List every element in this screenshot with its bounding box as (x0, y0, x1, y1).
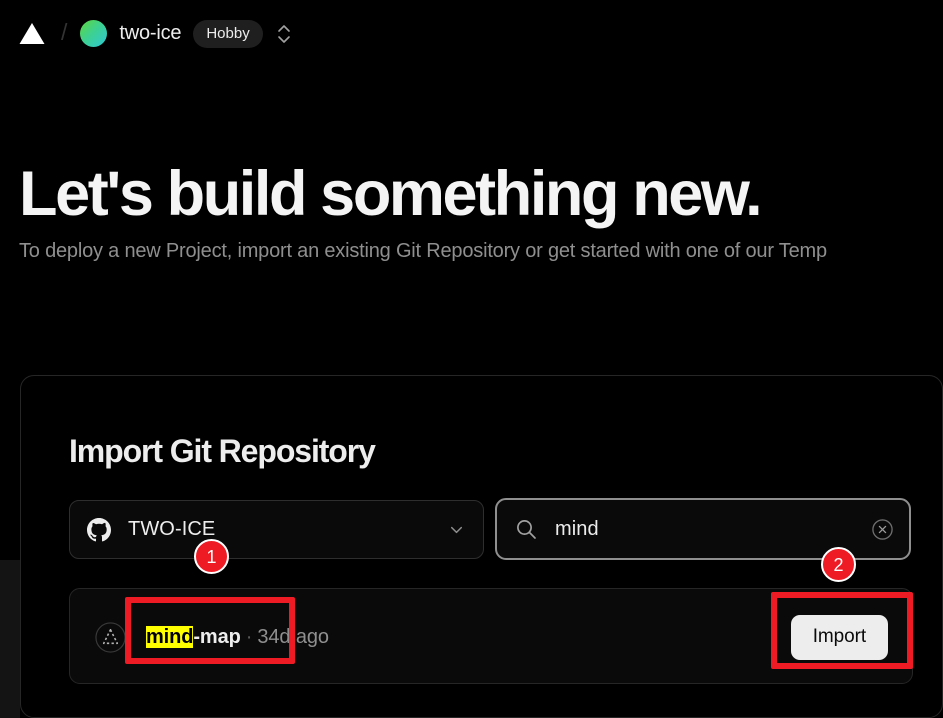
background-panel (0, 560, 20, 718)
page-root: / two-ice Hobby Let's build something ne… (0, 0, 943, 718)
search-input[interactable] (555, 517, 871, 541)
clear-search-button[interactable] (871, 518, 894, 541)
page-subtitle: To deploy a new Project, import an exist… (19, 240, 827, 262)
github-icon (87, 517, 111, 541)
git-org-selector[interactable]: TWO-ICE (69, 500, 484, 559)
repository-search-box[interactable] (495, 498, 911, 560)
team-breadcrumb-link[interactable]: two-ice (80, 20, 182, 47)
chevron-down-icon (450, 526, 463, 534)
page-title: Let's build something new. (19, 159, 763, 229)
repository-updated: 34d ago (257, 625, 329, 648)
breadcrumb-separator: / (61, 19, 68, 45)
top-navigation-bar: / two-ice Hobby (0, 0, 943, 67)
git-org-value: TWO-ICE (128, 518, 216, 540)
chevron-up-down-icon[interactable] (275, 21, 293, 47)
close-circle-icon (872, 518, 893, 540)
repository-name-match: mind (146, 625, 194, 648)
search-icon (517, 520, 536, 539)
repository-name-rest: -map (193, 625, 241, 648)
repository-row[interactable]: mind-map · 34d ago Import (70, 589, 914, 685)
plan-badge[interactable]: Hobby (193, 19, 263, 48)
dashed-triangle-icon (95, 621, 126, 653)
vercel-triangle-icon[interactable] (19, 22, 45, 45)
team-avatar (80, 20, 108, 47)
card-title: Import Git Repository (69, 433, 376, 469)
team-name-label: two-ice (119, 22, 182, 44)
repository-meta: mind-map · 34d ago (146, 625, 329, 649)
repository-separator: · (245, 625, 253, 648)
import-button[interactable]: Import (790, 614, 888, 660)
repository-list: mind-map · 34d ago Import (69, 588, 913, 684)
